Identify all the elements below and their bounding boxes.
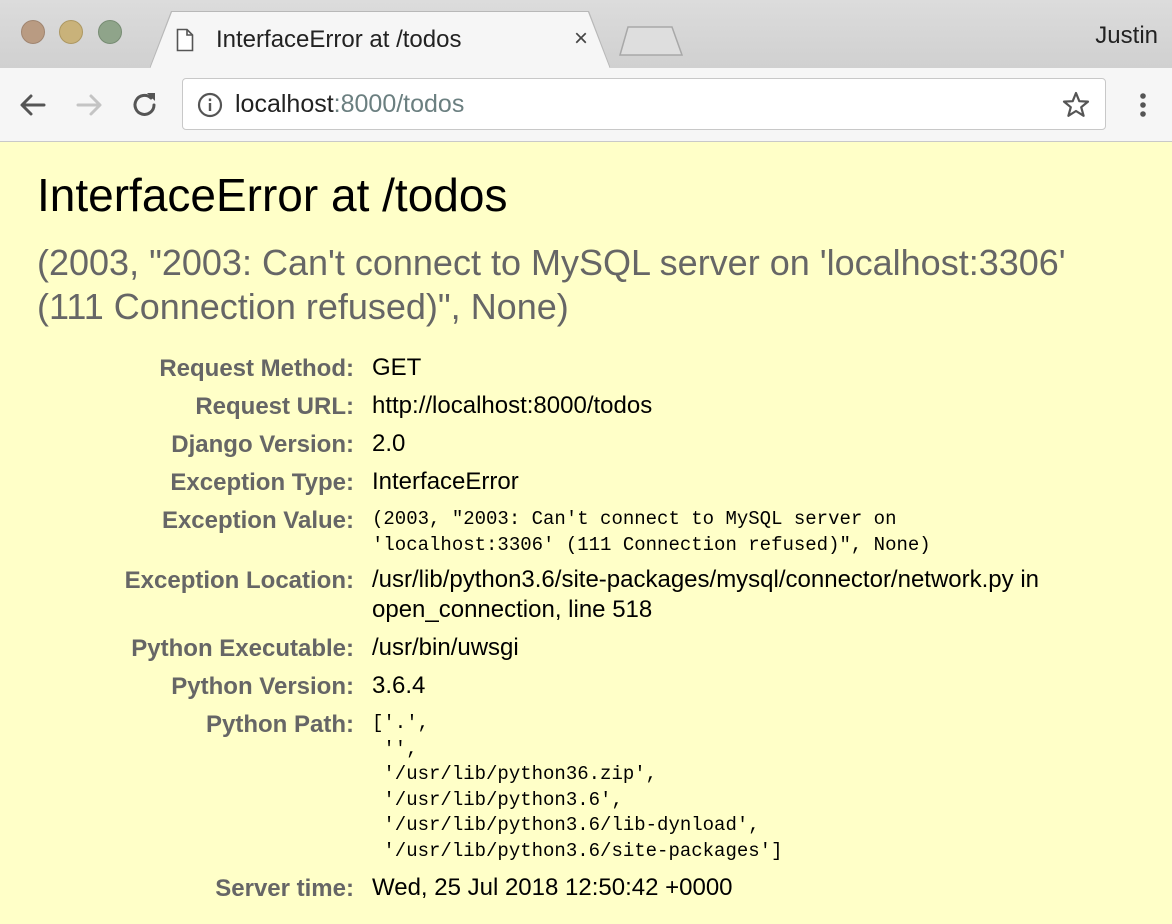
tab-title[interactable]: InterfaceError at /todos bbox=[216, 26, 461, 54]
url-path: :8000/todos bbox=[333, 90, 465, 118]
reload-button[interactable] bbox=[128, 88, 162, 122]
meta-value: /usr/lib/python3.6/site-packages/mysql/c… bbox=[372, 566, 1039, 623]
page-title: InterfaceError at /todos bbox=[37, 169, 508, 221]
kebab-menu-icon[interactable] bbox=[1132, 88, 1154, 122]
meta-label: Server time: bbox=[215, 875, 354, 902]
url-text[interactable]: localhost:8000/todos bbox=[235, 90, 464, 119]
close-window-button[interactable] bbox=[21, 20, 45, 44]
tab-close-button[interactable]: × bbox=[570, 27, 592, 51]
meta-label: Exception Location: bbox=[124, 567, 354, 594]
page-content: InterfaceError at /todos (2003, "2003: C… bbox=[0, 143, 1172, 924]
meta-label: Exception Type: bbox=[170, 469, 354, 496]
exception-summary: (2003, "2003: Can't connect to MySQL ser… bbox=[37, 242, 1066, 327]
meta-value: InterfaceError bbox=[372, 468, 519, 495]
meta-label: Python Version: bbox=[171, 673, 354, 700]
meta-label: Python Executable: bbox=[131, 635, 354, 662]
meta-value: (2003, "2003: Can't connect to MySQL ser… bbox=[372, 508, 931, 556]
meta-value: 3.6.4 bbox=[372, 672, 426, 699]
minimize-window-button[interactable] bbox=[59, 20, 83, 44]
meta-value: GET bbox=[372, 354, 422, 381]
meta-value: ['.', '', '/usr/lib/python36.zip', '/usr… bbox=[372, 712, 783, 862]
browser-toolbar: localhost:8000/todos bbox=[0, 68, 1172, 142]
meta-value: /usr/bin/uwsgi bbox=[372, 634, 519, 661]
meta-label: Python Path: bbox=[206, 711, 354, 738]
meta-value: 2.0 bbox=[372, 430, 406, 457]
back-button[interactable] bbox=[16, 88, 50, 122]
star-icon[interactable] bbox=[1061, 90, 1091, 120]
meta-label: Exception Value: bbox=[161, 507, 354, 534]
new-tab-button[interactable] bbox=[616, 24, 686, 58]
browser-titlebar: InterfaceError at /todos × Justin bbox=[0, 0, 1172, 69]
info-icon[interactable] bbox=[197, 92, 223, 118]
profile-name[interactable]: Justin bbox=[1095, 22, 1158, 50]
meta-value: Wed, 25 Jul 2018 12:50:42 +0000 bbox=[372, 874, 733, 901]
reload-icon bbox=[133, 93, 156, 116]
address-bar[interactable]: localhost:8000/todos bbox=[182, 78, 1106, 130]
arrow-left-icon bbox=[20, 94, 46, 116]
url-host: localhost bbox=[235, 90, 334, 118]
meta-label: Django Version: bbox=[171, 431, 354, 458]
arrow-right-icon bbox=[76, 94, 102, 116]
meta-value: http://localhost:8000/todos bbox=[372, 392, 653, 419]
meta-label: Request URL: bbox=[195, 393, 354, 420]
forward-button[interactable] bbox=[72, 88, 106, 122]
meta-label: Request Method: bbox=[159, 355, 354, 382]
maximize-window-button[interactable] bbox=[98, 20, 122, 44]
page-icon bbox=[176, 28, 194, 52]
